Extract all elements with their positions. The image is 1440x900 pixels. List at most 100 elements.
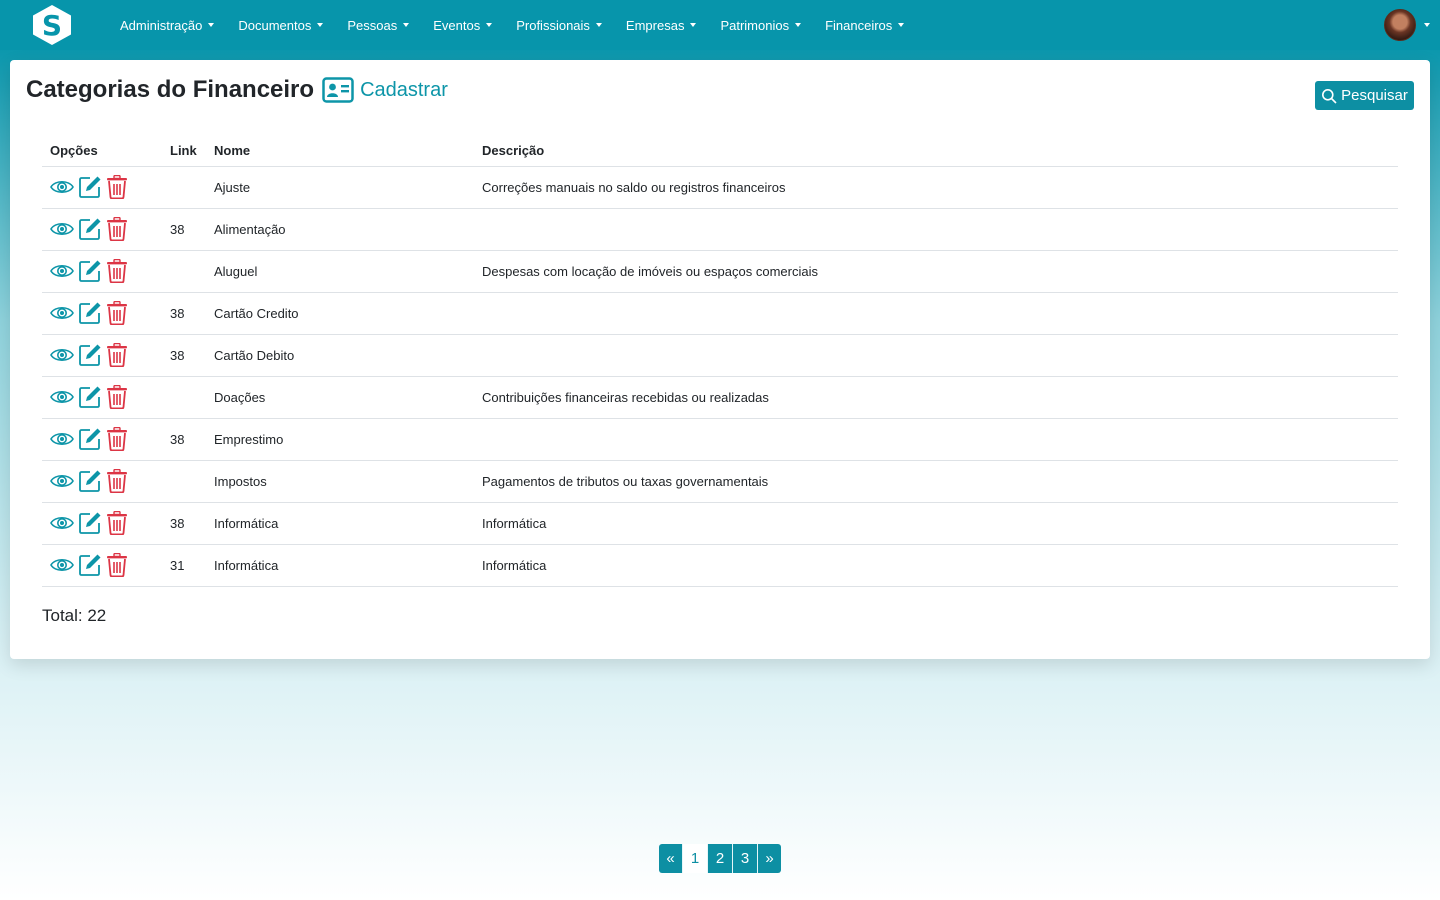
edit-icon[interactable] [78,175,102,199]
cell-descricao: Contribuições financeiras recebidas ou r… [474,376,1398,419]
row-options [42,334,162,377]
cell-nome: Alimentação [206,208,474,251]
table-row: 38 Cartão Debito [42,334,1398,377]
edit-icon[interactable] [78,301,102,325]
cell-nome: Cartão Debito [206,334,474,377]
eye-icon[interactable] [50,261,74,281]
cell-nome: Aluguel [206,250,474,293]
trash-icon[interactable] [106,511,128,535]
categories-table: Opções Link Nome Descrição Ajuste Correçõ… [42,136,1398,587]
nav-item-label: Documentos [238,17,312,33]
table-row: Impostos Pagamentos de tributos ou taxas … [42,460,1398,503]
trash-icon[interactable] [106,259,128,283]
nav-item-empresas[interactable]: Empresas [626,18,697,33]
cell-descricao: Pagamentos de tributos ou taxas governam… [474,460,1398,503]
id-card-icon [322,77,354,103]
cell-descricao [474,292,1398,335]
trash-icon[interactable] [106,301,128,325]
page-title: Categorias do Financeiro [26,76,315,103]
edit-icon[interactable] [78,343,102,367]
row-options [42,460,162,503]
table-row: 31 Informática Informática [42,544,1398,587]
search-button[interactable]: Pesquisar [1315,81,1414,110]
trash-icon[interactable] [106,385,128,409]
row-options [42,208,162,251]
trash-icon[interactable] [106,217,128,241]
chevron-down-icon [1424,23,1430,27]
table-row: 38 Informática Informática [42,502,1398,545]
row-options [42,418,162,461]
svg-text:S: S [42,9,62,42]
nav-item-administracao[interactable]: Administração [120,18,215,33]
nav-item-profissionais[interactable]: Profissionais [516,18,602,33]
eye-icon[interactable] [50,219,74,239]
cell-descricao: Informática [474,502,1398,545]
column-header-link: Link [162,136,206,167]
edit-icon[interactable] [78,259,102,283]
nav-item-eventos[interactable]: Eventos [433,17,493,33]
total-count: Total: 22 [42,606,107,625]
cadastrar-link[interactable]: Cadastrar [322,77,448,103]
cell-descricao: Informática [474,544,1398,587]
chevron-down-icon [795,23,802,27]
nav-item-patrimonios[interactable]: Patrimonios [720,18,802,33]
search-button-label: Pesquisar [1341,87,1408,104]
eye-icon[interactable] [50,303,74,323]
edit-icon[interactable] [78,511,102,535]
nav-item-label: Pessoas [347,17,398,33]
pagination-prev[interactable]: « [659,844,683,873]
cell-link: 38 [162,502,206,545]
table-header-row: Opções Link Nome Descrição [42,136,1398,167]
nav-item-pessoas[interactable]: Pessoas [347,17,410,33]
search-icon [1322,88,1337,104]
edit-icon[interactable] [78,469,102,493]
nav-item-label: Eventos [433,17,481,33]
user-menu[interactable] [1384,9,1430,41]
eye-icon[interactable] [50,429,74,449]
edit-icon[interactable] [78,553,102,577]
brand-logo[interactable]: S [30,4,74,46]
chevron-down-icon [403,23,410,27]
eye-icon[interactable] [50,345,74,365]
nav-item-label: Empresas [625,17,685,33]
edit-icon[interactable] [78,385,102,409]
eye-icon[interactable] [50,555,74,575]
row-options [42,250,162,293]
edit-icon[interactable] [78,217,102,241]
cell-nome: Informática [206,502,474,545]
pagination-page-3[interactable]: 3 [733,844,758,873]
pagination-next[interactable]: » [758,844,781,873]
cell-link: 38 [162,208,206,251]
top-navbar: S Administração Documentos Pessoas Event… [0,0,1440,50]
cadastrar-label: Cadastrar [360,78,448,101]
trash-icon[interactable] [106,427,128,451]
eye-icon[interactable] [50,471,74,491]
trash-icon[interactable] [106,343,128,367]
cell-link: 31 [162,544,206,587]
trash-icon[interactable] [106,469,128,493]
row-options [42,376,162,419]
eye-icon[interactable] [50,177,74,197]
cell-link: 38 [162,418,206,461]
cell-nome: Ajuste [206,166,474,209]
edit-icon[interactable] [78,427,102,451]
cell-link [162,376,206,419]
chevron-down-icon [595,23,602,27]
eye-icon[interactable] [50,387,74,407]
pagination-page-1[interactable]: 1 [683,844,708,873]
row-options [42,166,162,209]
trash-icon[interactable] [106,553,128,577]
nav-item-documentos[interactable]: Documentos [238,17,324,33]
cell-descricao: Despesas com locação de imóveis ou espaç… [474,250,1398,293]
chevron-down-icon [690,23,697,27]
eye-icon[interactable] [50,513,74,533]
logo-icon: S [33,5,71,45]
pagination: « 1 2 3 » [659,844,781,873]
cell-descricao: Correções manuais no saldo ou registros … [474,166,1398,209]
table-row: 38 Cartão Credito [42,292,1398,335]
trash-icon[interactable] [106,175,128,199]
pagination-page-2[interactable]: 2 [708,844,733,873]
row-options [42,292,162,335]
nav-item-financeiros[interactable]: Financeiros [825,18,905,33]
page-header: Categorias do Financeiro Cadastrar [26,76,448,104]
